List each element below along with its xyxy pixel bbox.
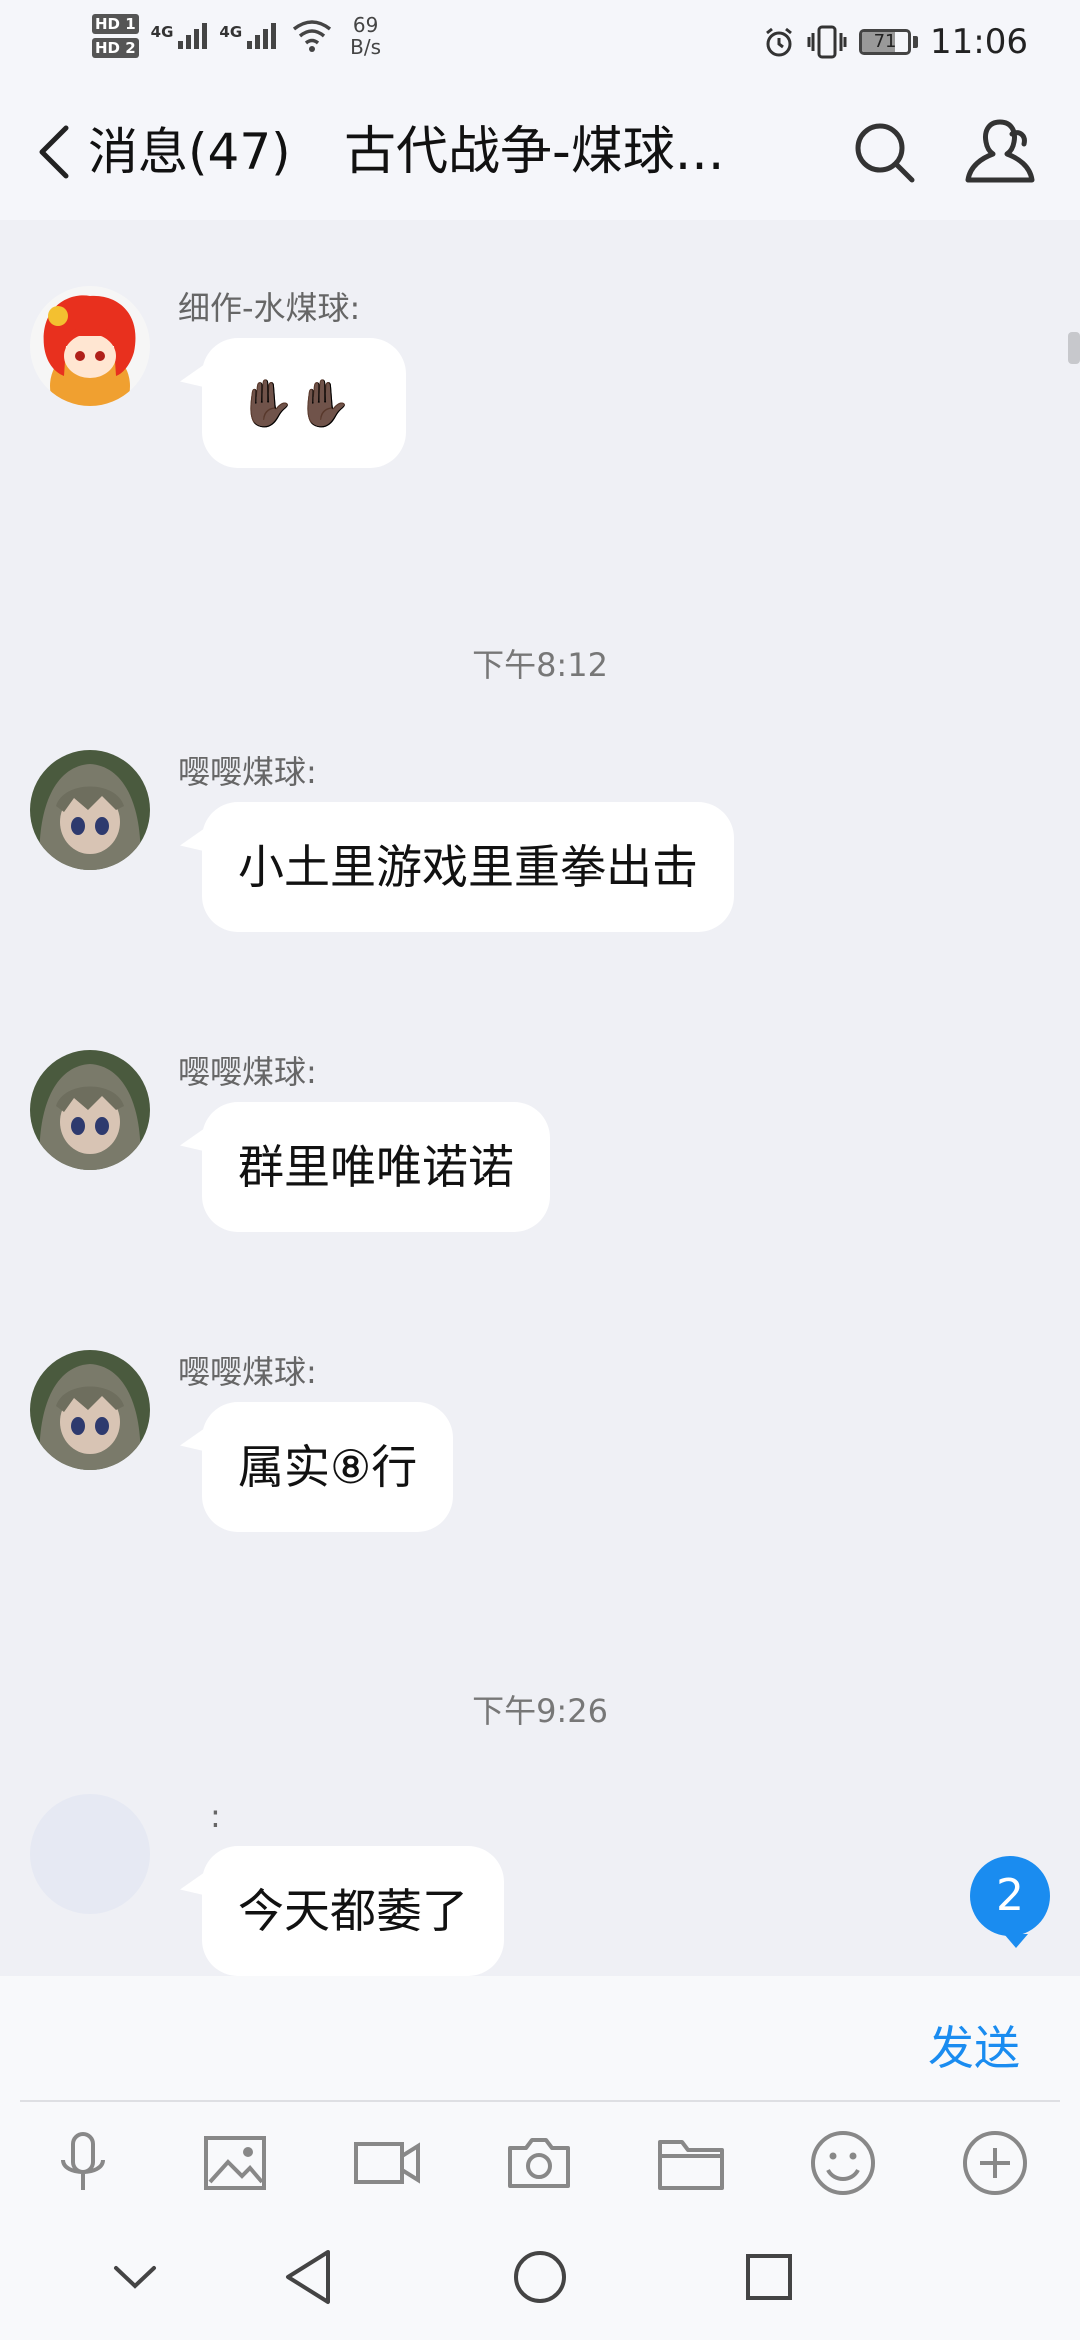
sender-name: 嘤嘤煤球:	[178, 753, 317, 791]
avatar[interactable]	[30, 1050, 150, 1170]
battery-icon: 71	[859, 29, 919, 55]
status-left: HD 1 HD 2 4G 4G 69 B/s	[92, 14, 381, 58]
image-icon[interactable]	[198, 2126, 272, 2200]
chat-header: 消息(47) 古代战争-煤球...	[0, 84, 1080, 220]
clock: 11:06	[930, 22, 1028, 62]
sender-name: 嘤嘤煤球:	[178, 1353, 317, 1391]
message-bubble[interactable]: ✋🏿✋🏿	[202, 338, 406, 468]
avatar-anime-girl-icon	[30, 1050, 150, 1170]
avatar-red-hair-icon	[30, 286, 150, 406]
plus-icon[interactable]	[958, 2126, 1032, 2200]
alarm-icon	[766, 27, 792, 57]
avatar-anime-girl-icon	[30, 750, 150, 870]
collapse-icon[interactable]	[100, 2242, 170, 2312]
chat-message-list[interactable]: 细作-水煤球: ✋🏿✋🏿 下午8:12 嘤嘤煤球: 小土里游戏里重拳出击 嘤嘤煤…	[0, 220, 1080, 1976]
status-bar: HD 1 HD 2 4G 4G 69 B/s 71 11:06	[0, 0, 1080, 84]
send-button[interactable]: 发送	[928, 2012, 1020, 2078]
avatar[interactable]	[30, 750, 150, 870]
avatar-placeholder[interactable]	[30, 1794, 150, 1914]
input-toolbar	[0, 2102, 1080, 2222]
status-right: 71 11:06	[763, 22, 1028, 62]
back-arrow-icon[interactable]	[28, 120, 78, 184]
avatar[interactable]	[30, 1350, 150, 1470]
emoji-icon[interactable]	[806, 2126, 880, 2200]
recent-square-icon[interactable]	[734, 2242, 804, 2312]
microphone-icon[interactable]	[46, 2126, 120, 2200]
wifi-icon	[293, 20, 332, 52]
camera-icon[interactable]	[502, 2126, 576, 2200]
hd2-label: HD 2	[92, 38, 139, 58]
sender-name: :	[210, 1797, 221, 1835]
net-speed: 69 B/s	[350, 13, 382, 59]
sender-name: 细作-水煤球:	[178, 289, 361, 327]
message-bubble[interactable]: 小土里游戏里重拳出击	[202, 802, 734, 932]
system-nav-bar	[0, 2222, 1080, 2340]
group-members-icon[interactable]	[962, 114, 1038, 190]
avatar-anime-girl-icon	[30, 1350, 150, 1470]
message-bubble[interactable]: 今天都萎了	[202, 1846, 504, 1976]
folder-icon[interactable]	[654, 2126, 728, 2200]
signal-2-icon: 4G	[219, 23, 277, 49]
vibrate-icon	[807, 25, 847, 59]
message-input[interactable]	[20, 1976, 900, 2102]
scrollbar-thumb[interactable]	[1068, 332, 1080, 364]
message-bubble[interactable]: 群里唯唯诺诺	[202, 1102, 550, 1232]
unread-count-badge[interactable]: 2	[970, 1856, 1050, 1948]
back-triangle-icon[interactable]	[274, 2242, 344, 2312]
input-bar: 发送	[0, 1976, 1080, 2102]
video-icon[interactable]	[350, 2126, 424, 2200]
chat-title[interactable]: 古代战争-煤球...	[344, 120, 724, 184]
signal-1-icon: 4G	[151, 23, 208, 49]
timestamp: 下午9:26	[472, 1692, 608, 1730]
back-messages-link[interactable]: 消息(47)	[88, 120, 291, 184]
home-circle-icon[interactable]	[505, 2242, 575, 2312]
avatar[interactable]	[30, 286, 150, 406]
timestamp: 下午8:12	[472, 646, 608, 684]
message-bubble[interactable]: 属实⑧行	[202, 1402, 454, 1532]
sender-name: 嘤嘤煤球:	[178, 1053, 317, 1091]
search-icon[interactable]	[848, 116, 920, 188]
hd1-label: HD 1	[92, 14, 139, 34]
hd-indicator: HD 1 HD 2	[92, 14, 139, 58]
